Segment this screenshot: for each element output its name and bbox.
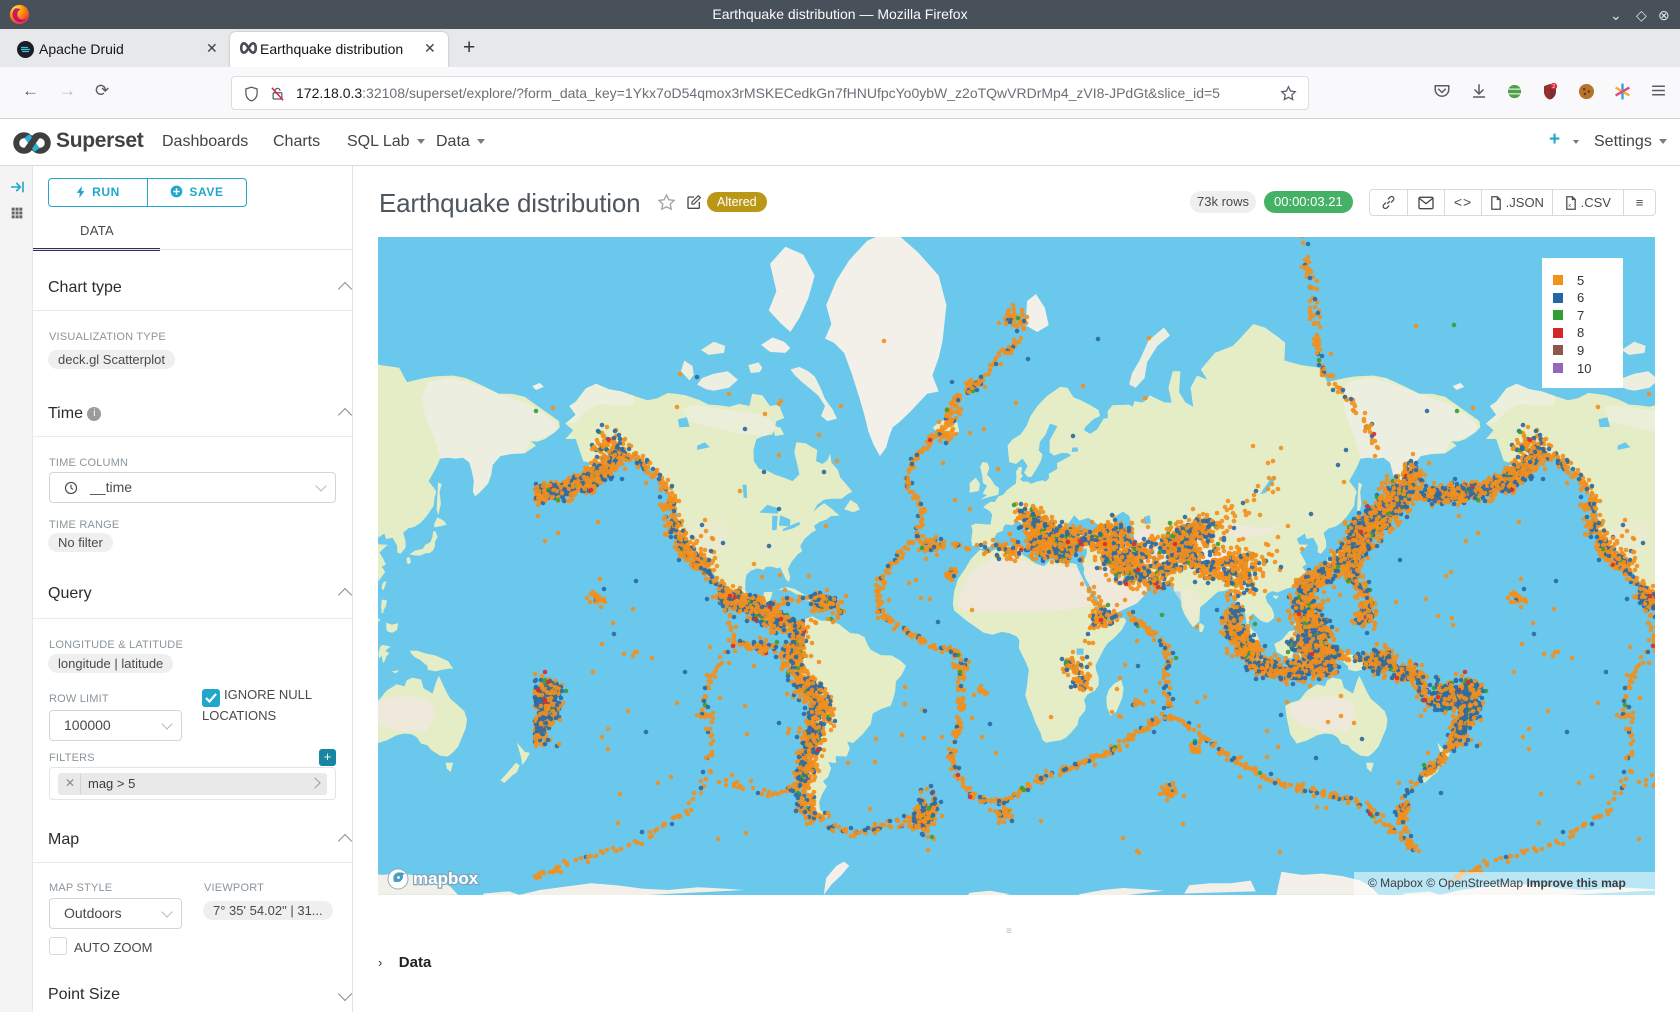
svg-text:10: 10 bbox=[1577, 361, 1591, 376]
svg-text:9: 9 bbox=[1577, 343, 1584, 358]
svg-text:2: 2 bbox=[1552, 84, 1555, 90]
svg-text:5: 5 bbox=[1577, 273, 1584, 288]
svg-text:6: 6 bbox=[1577, 290, 1584, 305]
svg-text:7: 7 bbox=[1577, 308, 1584, 323]
svg-text:mapbox: mapbox bbox=[413, 869, 479, 888]
svg-text:x: x bbox=[1568, 203, 1571, 209]
svg-text:8: 8 bbox=[1577, 325, 1584, 340]
svg-text:© Mapbox © OpenStreetMap Impro: © Mapbox © OpenStreetMap Improve this ma… bbox=[1368, 876, 1626, 890]
